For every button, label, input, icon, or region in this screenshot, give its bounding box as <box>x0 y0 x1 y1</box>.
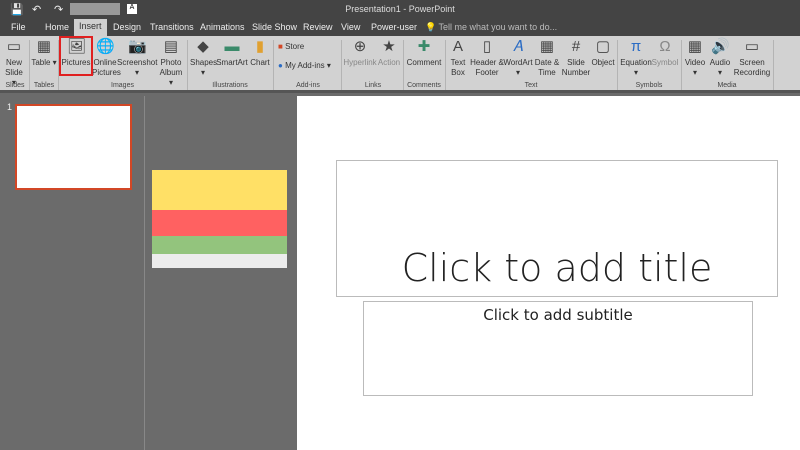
red-color-bar <box>152 210 287 236</box>
online-pictures-button[interactable]: 🌐 Online Pictures <box>92 38 121 78</box>
action-button[interactable]: ★ Action <box>377 38 401 68</box>
store-button[interactable]: ■ Store <box>278 42 338 52</box>
title-placeholder[interactable]: Click to add title <box>336 160 778 297</box>
title-placeholder-text: Click to add title <box>401 246 713 290</box>
new-slide-icon: ▭ <box>6 38 22 55</box>
slide-number-icon: # <box>571 38 581 55</box>
divider <box>773 40 774 90</box>
video-button[interactable]: ▦ Video ▾ <box>683 38 707 78</box>
divider <box>681 40 682 90</box>
camera-icon: 📷 <box>128 38 147 55</box>
audio-button[interactable]: 🔊 Audio ▾ <box>708 38 732 78</box>
tab-review[interactable]: Review <box>298 20 338 34</box>
date-time-button[interactable]: ▦ Date & Time <box>534 38 560 78</box>
table-icon: ▦ <box>36 38 52 55</box>
tab-design[interactable]: Design <box>108 20 146 34</box>
pictures-highlight-box <box>59 36 93 76</box>
addins-icon: ● <box>278 61 283 70</box>
ribbon: ▭ New Slide ▾ ▦ Table ▾ 🖼 Pictures 🌐 Online … <box>0 36 800 93</box>
globe-icon: 🌐 <box>96 38 115 55</box>
screenshot-button[interactable]: 📷 Screenshot ▾ <box>117 38 157 78</box>
group-links: Links <box>364 82 382 89</box>
light-color-bar <box>152 254 287 268</box>
tab-insert[interactable]: Insert <box>74 19 107 36</box>
object-button[interactable]: ▢ Object <box>590 38 616 68</box>
group-illustrations: Illustrations <box>212 82 248 89</box>
tell-me-input[interactable]: 💡 Tell me what you want to do... <box>420 20 562 35</box>
tab-view[interactable]: View <box>336 20 365 34</box>
yellow-color-bar <box>152 170 287 210</box>
group-images: Images <box>111 82 134 89</box>
subtitle-placeholder-text: Click to add subtitle <box>483 306 633 324</box>
screen-recording-icon: ▭ <box>744 38 760 55</box>
divider <box>617 40 618 90</box>
tell-me-text: Tell me what you want to do... <box>438 22 558 32</box>
tab-animations[interactable]: Animations <box>195 20 250 34</box>
comment-icon: ✚ <box>417 38 431 55</box>
wordart-icon: 𝐴 <box>513 38 523 55</box>
shapes-button[interactable]: ◆ Shapes ▾ <box>190 38 217 78</box>
group-symbols: Symbols <box>635 82 663 89</box>
divider <box>403 40 404 90</box>
divider <box>273 40 274 90</box>
omega-icon: Ω <box>659 38 671 55</box>
green-color-bar <box>152 236 287 254</box>
title-bar: 💾 ↶ ↷ A Presentation1 - PowerPoint <box>0 0 800 18</box>
action-icon: ★ <box>382 38 396 55</box>
ribbon-tabs: File Home Insert Design Transitions Anim… <box>0 18 800 36</box>
header-footer-button[interactable]: ▯ Header & Footer <box>470 38 504 78</box>
calendar-icon: ▦ <box>539 38 555 55</box>
tab-home[interactable]: Home <box>40 20 74 34</box>
store-icon: ■ <box>278 42 283 51</box>
shapes-icon: ◆ <box>197 38 209 55</box>
comment-button[interactable]: ✚ Comment <box>406 38 442 68</box>
new-slide-button[interactable]: ▭ New Slide ▾ <box>2 38 26 88</box>
text-box-button[interactable]: A Text Box <box>448 38 468 78</box>
screen-recording-button[interactable]: ▭ Screen Recording <box>733 38 771 78</box>
slide-canvas[interactable]: Click to add title Click to add subtitle <box>297 96 800 450</box>
smartart-icon: ▬ <box>224 38 240 55</box>
group-slides: Slides <box>5 82 25 89</box>
equation-button[interactable]: π Equation ▾ <box>619 38 653 78</box>
chart-icon: ▮ <box>255 38 265 55</box>
pi-icon: π <box>630 38 642 55</box>
my-addins-button[interactable]: ● My Add-ins ▾ <box>278 61 343 71</box>
divider <box>187 40 188 90</box>
table-button[interactable]: ▦ Table ▾ <box>31 38 57 68</box>
photo-album-icon: ▤ <box>163 38 179 55</box>
group-comments: Comments <box>407 82 441 89</box>
hyperlink-button[interactable]: ⊕ Hyperlink <box>343 38 377 68</box>
wordart-button[interactable]: 𝐴 WordArt ▾ <box>503 38 533 78</box>
chart-button[interactable]: ▮ Chart <box>249 38 271 68</box>
group-tables: Tables <box>33 82 55 89</box>
speaker-icon: 🔊 <box>711 38 730 55</box>
slide-thumbnail[interactable] <box>15 104 132 190</box>
video-icon: ▦ <box>687 38 703 55</box>
divider <box>341 40 342 90</box>
divider <box>445 40 446 90</box>
object-icon: ▢ <box>595 38 611 55</box>
slide-number-button[interactable]: # Slide Number <box>561 38 591 78</box>
hyperlink-icon: ⊕ <box>353 38 367 55</box>
symbol-button[interactable]: Ω Symbol <box>651 38 679 68</box>
tab-file[interactable]: File <box>6 20 31 34</box>
tab-slide-show[interactable]: Slide Show <box>247 20 302 34</box>
tab-transitions[interactable]: Transitions <box>145 20 199 34</box>
tab-power-user[interactable]: Power-user <box>366 20 422 34</box>
slide-number-label: 1 <box>7 102 13 112</box>
divider <box>29 40 30 90</box>
smartart-button[interactable]: ▬ SmartArt <box>216 38 248 68</box>
header-footer-icon: ▯ <box>482 38 492 55</box>
window-title: Presentation1 - PowerPoint <box>345 4 455 14</box>
photo-album-button[interactable]: ▤ Photo Album ▾ <box>157 38 185 88</box>
text-box-icon: A <box>452 38 463 55</box>
group-text: Text <box>524 82 538 89</box>
subtitle-placeholder[interactable]: Click to add subtitle <box>363 301 753 396</box>
slide-thumbnail-pane[interactable]: 1 <box>0 96 145 450</box>
group-addins: Add-ins <box>296 82 320 89</box>
group-media: Media <box>717 82 737 89</box>
